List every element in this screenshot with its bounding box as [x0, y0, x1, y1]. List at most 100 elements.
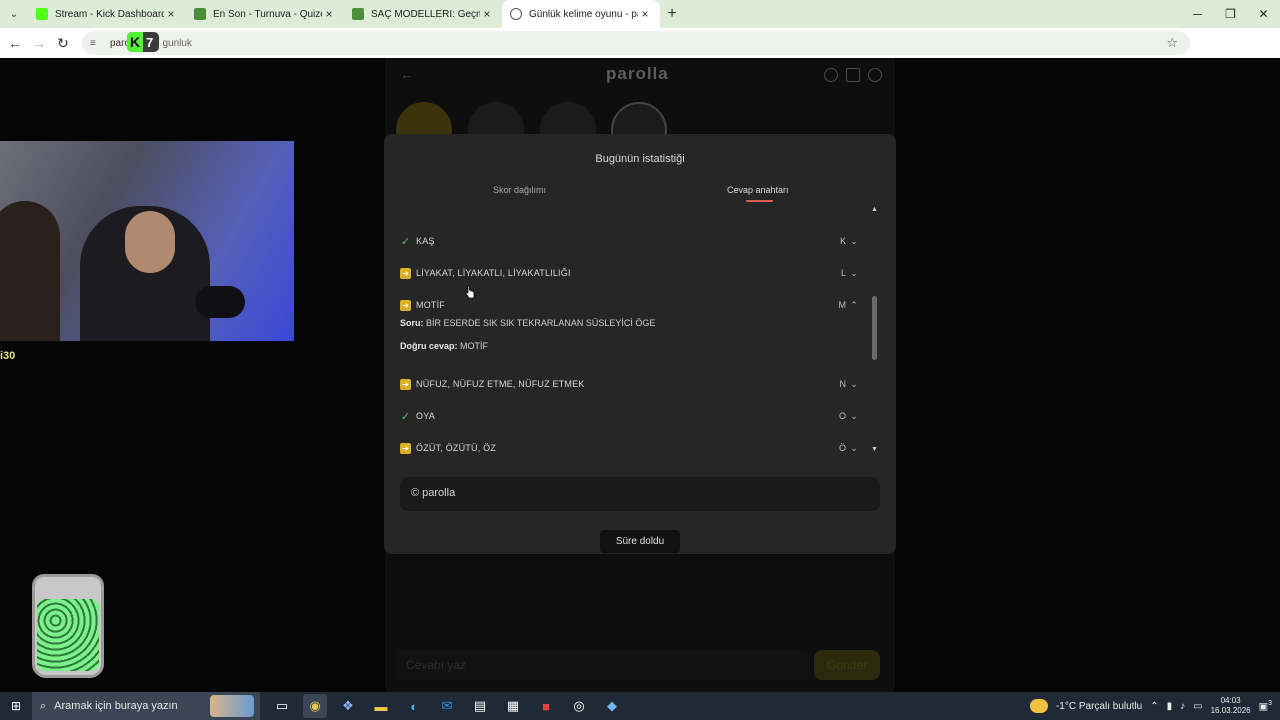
microphone-icon	[195, 286, 245, 318]
clover-jar-icon	[32, 574, 104, 678]
task-view-icon[interactable]: ▭	[270, 694, 294, 718]
notification-count: 3	[1268, 699, 1272, 707]
list-item[interactable]: ✓ KAŞ K ⌄	[400, 231, 860, 251]
chevron-down-icon[interactable]: ⌄	[848, 236, 860, 247]
header-icons	[824, 68, 882, 82]
edge-icon[interactable]: ◐	[402, 694, 426, 718]
quizei-favicon-icon	[352, 8, 364, 20]
network-icon[interactable]: ▭	[1193, 701, 1202, 712]
copilot-icon[interactable]: ❖	[336, 694, 360, 718]
scrollbar-thumb[interactable]	[872, 296, 877, 360]
scroll-up-icon[interactable]: ▲	[871, 206, 878, 213]
notes-icon[interactable]: ▤	[468, 694, 492, 718]
tab-parolla[interactable]: Günlük kelime oyunu - parolla ×	[502, 0, 660, 28]
list-item[interactable]: ➜ ÖZÜT, ÖZÜTÜ, ÖZ Ö ⌄	[400, 438, 860, 458]
weather-text[interactable]: -1°C Parçalı bulutlu	[1056, 701, 1142, 712]
list-item[interactable]: ➜ NÜFUZ, NÜFUZ ETME, NÜFUZ ETMEK N ⌄	[400, 374, 860, 394]
back-button[interactable]: ←	[3, 35, 27, 51]
check-icon: ✓	[400, 410, 411, 423]
system-tray: -1°C Parçalı bulutlu ⌃ ▮ ♪ ▭ 04:03 16.03…	[1029, 692, 1280, 720]
tab-sac-modelleri[interactable]: SAÇ MODELLERİ: Geçmişten Gü ×	[344, 0, 502, 28]
list-scrollbar[interactable]: ▲ ▼	[870, 206, 880, 456]
tab-label: Stream - Kick Dashboard	[55, 8, 164, 20]
minimize-button[interactable]: ─	[1181, 0, 1214, 28]
date: 16.03.2026	[1210, 706, 1251, 715]
chevron-down-icon[interactable]: ⌄	[848, 411, 860, 422]
steam-icon[interactable]: ◆	[600, 694, 624, 718]
microphone-icon[interactable]: ▮	[1167, 701, 1173, 712]
back-arrow-icon[interactable]: ←	[400, 66, 414, 82]
answer-input[interactable]: Cevabı yaz	[396, 650, 810, 680]
answer-word: ÖZÜT, ÖZÜTÜ, ÖZ	[416, 443, 496, 453]
tab-search-icon[interactable]: ⌄	[0, 0, 28, 28]
close-icon[interactable]: ×	[164, 7, 178, 21]
tab-cevap-anahtari[interactable]: Cevap anahtarı	[727, 185, 789, 195]
windows-start-icon[interactable]: ⊞	[0, 699, 32, 713]
tab-label: En Son - Turnuva - Quizei	[213, 8, 322, 20]
answer-word: KAŞ	[416, 236, 435, 246]
weather-icon	[1029, 699, 1048, 713]
clock[interactable]: 04:03 16.03.2026	[1211, 696, 1251, 716]
taskbar-search[interactable]: ⌕ Aramak için buraya yazın	[32, 692, 260, 720]
chevron-up-icon[interactable]: ⌃	[1150, 701, 1158, 712]
page-logo: parolla	[606, 64, 669, 83]
streamer-head	[125, 211, 175, 273]
webcam-overlay	[0, 141, 294, 341]
forward-button[interactable]: →	[27, 35, 51, 51]
file-explorer-icon[interactable]: ▬	[369, 694, 393, 718]
volume-icon[interactable]: ♪	[1180, 701, 1185, 712]
store-icon[interactable]: ▦	[501, 694, 525, 718]
stats-icon[interactable]	[846, 68, 860, 82]
list-item[interactable]: ➜ LİYAKAT, LİYAKATLI, LİYAKATLILIĞI L ⌄	[400, 263, 860, 283]
answer-word: MOTİF	[416, 300, 445, 310]
profile-icon[interactable]	[868, 68, 882, 82]
chrome-icon[interactable]: ◉	[303, 694, 327, 718]
answer-letter: L	[840, 268, 846, 278]
answer-key-list: ✓ KAŞ K ⌄ ➜ LİYAKAT, LİYAKATLI, LİYAKATL…	[384, 214, 874, 464]
tab-label: Günlük kelime oyunu - parolla	[529, 8, 638, 20]
new-tab-button[interactable]: +	[660, 5, 684, 23]
hand-cursor-icon	[465, 285, 475, 299]
question-text: BİR ESERDE SIK SIK TEKRARLANAN SÜSLEYİCİ…	[426, 318, 656, 328]
tab-kick-dashboard[interactable]: Stream - Kick Dashboard ×	[28, 0, 186, 28]
taskbar-apps: ▭ ◉ ❖ ▬ ◐ ✉ ▤ ▦ ■ ◎ ◆	[270, 694, 624, 718]
scroll-down-icon[interactable]: ▼	[871, 446, 878, 453]
chevron-up-icon[interactable]: ⌃	[848, 300, 860, 311]
kick-overlay-badge: K 7	[127, 32, 159, 52]
close-icon[interactable]: ×	[322, 7, 336, 21]
pass-arrow-icon: ➜	[400, 378, 411, 390]
notification-icon[interactable]: ▣3	[1259, 700, 1272, 712]
close-icon[interactable]: ×	[638, 7, 652, 21]
parolla-favicon-icon	[510, 8, 522, 20]
info-icon[interactable]	[824, 68, 838, 82]
obs-icon[interactable]: ◎	[567, 694, 591, 718]
time-up-button[interactable]: Süre doldu	[600, 530, 680, 553]
search-highlight-image	[210, 695, 254, 717]
close-icon[interactable]: ×	[480, 7, 494, 21]
bookmark-star-icon[interactable]: ☆	[1166, 35, 1178, 51]
question-label: Soru:	[400, 318, 424, 328]
submit-button[interactable]: Gönder	[814, 650, 880, 680]
tab-quizei[interactable]: En Son - Turnuva - Quizei ×	[186, 0, 344, 28]
chevron-down-icon[interactable]: ⌄	[848, 268, 860, 279]
streamer-figure	[0, 201, 60, 341]
answer-letter: Ö	[838, 443, 846, 453]
search-placeholder: Aramak için buraya yazın	[54, 700, 178, 712]
restore-button[interactable]: ❐	[1214, 0, 1247, 28]
url-field[interactable]: ≡ paroll gunluk ☆	[82, 31, 1190, 55]
tab-skor-dagilimi[interactable]: Skor dağılımı	[493, 185, 546, 195]
media-app-icon[interactable]: ■	[534, 694, 558, 718]
answer-letter: M	[838, 300, 847, 310]
site-info-icon[interactable]: ≡	[90, 38, 104, 49]
outlook-icon[interactable]: ✉	[435, 694, 459, 718]
quizei-favicon-icon	[194, 8, 206, 20]
reload-button[interactable]: ↻	[51, 35, 75, 52]
list-item[interactable]: ✓ OYA O ⌄	[400, 406, 860, 426]
modal-footer: © parolla	[400, 477, 880, 511]
answer-detail: Doğru cevap: MOTİF	[400, 341, 488, 351]
close-window-button[interactable]: ✕	[1247, 0, 1280, 28]
stream-overlay-text: i30	[0, 350, 16, 362]
chevron-down-icon[interactable]: ⌄	[848, 443, 860, 454]
chevron-down-icon[interactable]: ⌄	[848, 379, 860, 390]
question-detail: Soru: BİR ESERDE SIK SIK TEKRARLANAN SÜS…	[400, 318, 655, 328]
